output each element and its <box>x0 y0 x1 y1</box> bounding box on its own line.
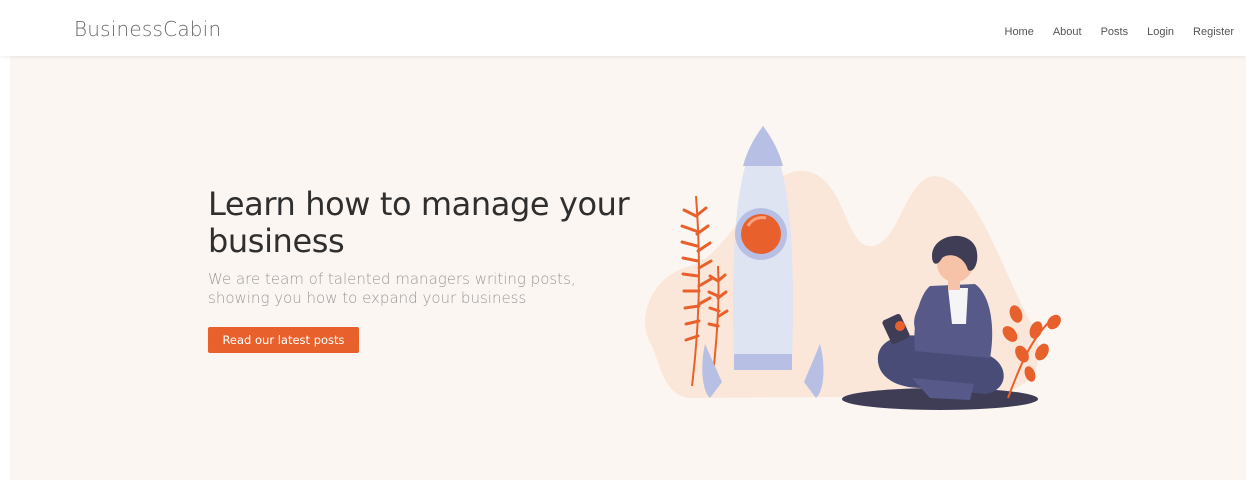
read-latest-posts-button[interactable]: Read our latest posts <box>208 327 359 353</box>
navbar: BusinessCabin Home About Posts Login Reg… <box>0 0 1246 56</box>
nav-link-register[interactable]: Register <box>1193 26 1234 38</box>
nav-link-posts[interactable]: Posts <box>1101 26 1129 38</box>
hero-title: Learn how to manage your business <box>208 185 630 260</box>
rocket-and-person-illustration <box>645 126 1061 410</box>
brand-logo[interactable]: BusinessCabin <box>74 17 221 41</box>
hero-subtitle: We are team of talented managers writing… <box>208 270 576 307</box>
nav-link-about[interactable]: About <box>1053 26 1082 38</box>
nav-link-login[interactable]: Login <box>1147 26 1174 38</box>
nav-link-home[interactable]: Home <box>1005 26 1034 38</box>
nav-links: Home About Posts Login Register <box>986 26 1235 38</box>
hero-section: Learn how to manage your business We are… <box>10 56 1246 480</box>
